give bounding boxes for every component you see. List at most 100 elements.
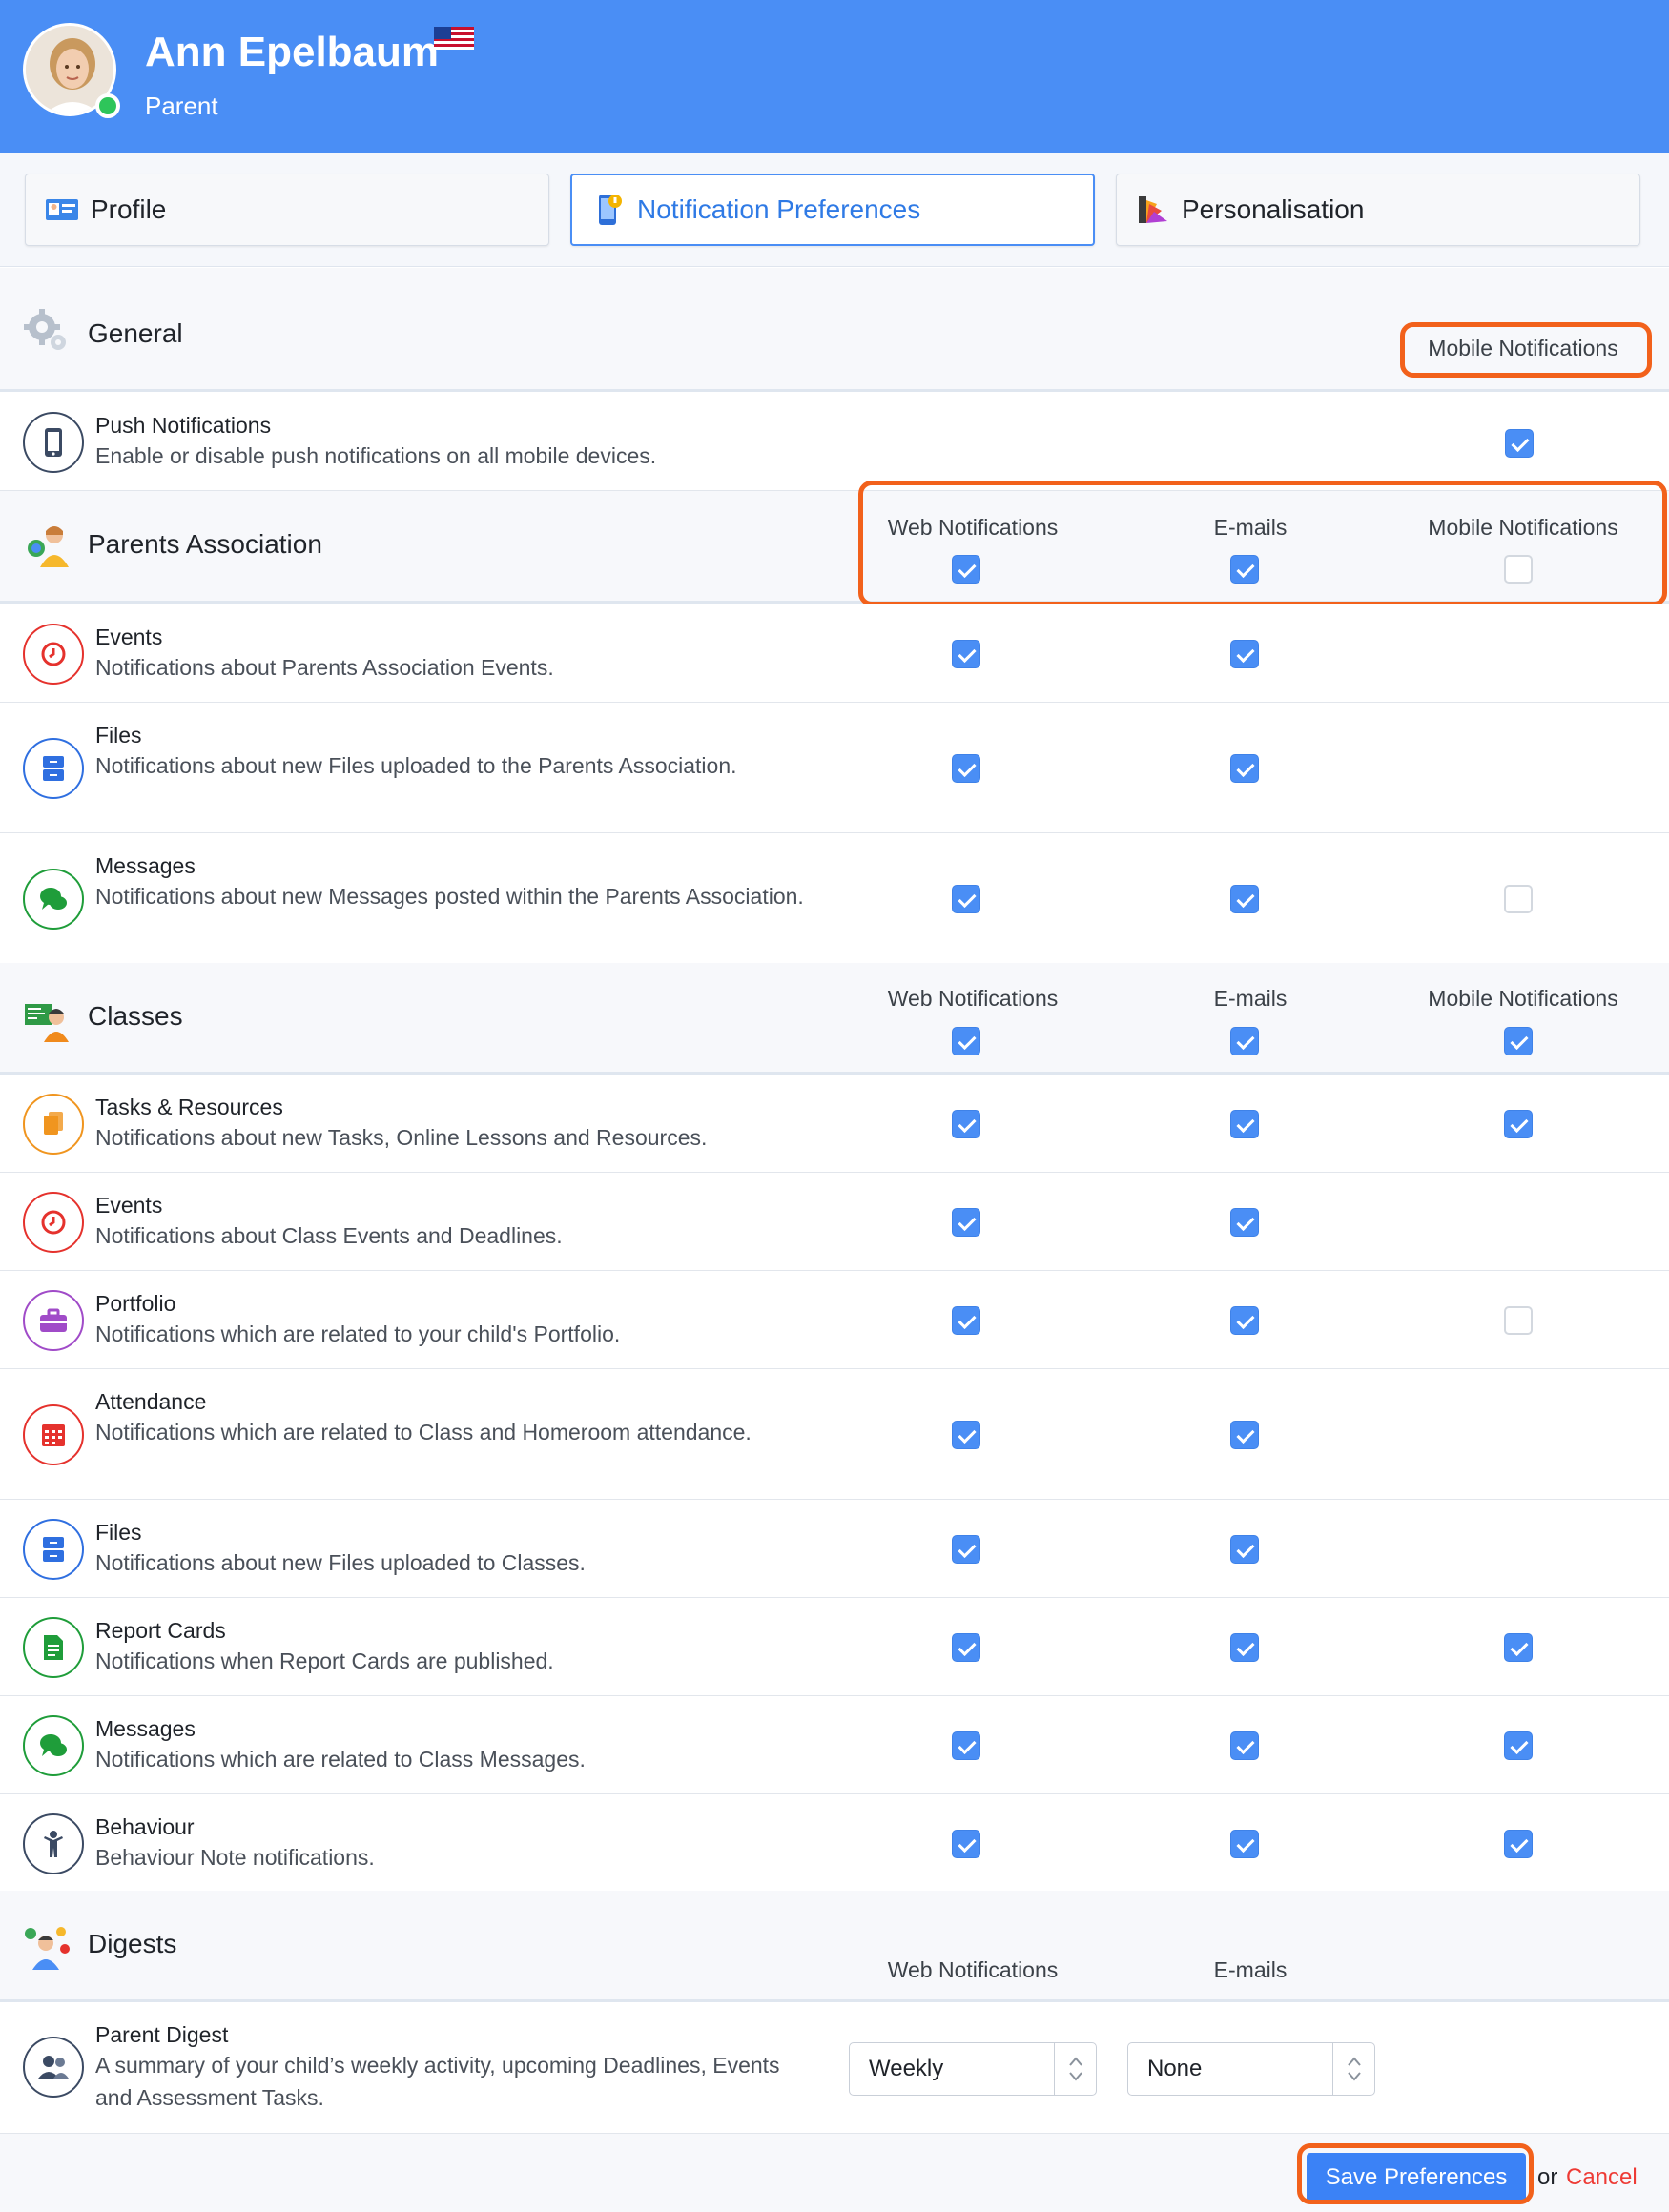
col-head-mobile-notifications: Mobile Notifications [1428,336,1618,360]
col-head-web-notifications: Web Notifications [887,986,1059,1011]
email-checkbox[interactable] [1230,753,1259,783]
tab-bar: Profile Notification Preferences Persona… [0,153,1669,267]
email-checkbox[interactable] [1230,1207,1259,1237]
classes-mobile-master-checkbox[interactable] [1504,1027,1533,1055]
web-checkbox[interactable] [952,1829,980,1858]
row-tasks-resources: Tasks & Resources Notifications about ne… [0,1075,1669,1173]
online-status-icon [95,93,120,118]
tab-profile[interactable]: Profile [25,174,549,246]
section-title-general: General [88,318,183,348]
footer-actions: Save Preferences or Cancel [0,2134,1669,2212]
web-checkbox[interactable] [952,1109,980,1138]
chat-icon [23,1714,84,1776]
section-classes: Classes Web Notifications E-mails Mobile… [0,963,1669,1075]
id-card-icon [45,193,79,227]
tab-profile-label: Profile [91,195,167,224]
mobile-checkbox[interactable] [1504,1109,1533,1138]
row-desc: Notifications which are related to Class… [95,1747,586,1772]
pa-mobile-master-checkbox[interactable] [1504,555,1533,584]
row-title: Events [95,1193,163,1218]
tab-notification-preferences[interactable]: Notification Preferences [570,174,1095,246]
parent-digest-web-select[interactable]: Weekly [849,2042,1097,2096]
row-title: Behaviour [95,1814,195,1839]
digest-icon [25,1927,70,1970]
section-title-digests: Digests [88,1929,177,1958]
email-checkbox[interactable] [1230,1534,1259,1564]
section-digests: Digests Web Notifications E-mails [0,1891,1669,2002]
select-arrows-icon [1332,2043,1374,2095]
web-checkbox[interactable] [952,1632,980,1662]
web-checkbox[interactable] [952,1420,980,1449]
web-checkbox[interactable] [952,639,980,668]
email-checkbox[interactable] [1230,884,1259,913]
row-events: Events Notifications about Parents Assoc… [0,604,1669,703]
row-title: Messages [95,853,196,878]
row-events: Events Notifications about Class Events … [0,1173,1669,1271]
row-messages: Messages Notifications which are related… [0,1696,1669,1794]
web-checkbox[interactable] [952,884,980,913]
pa-web-master-checkbox[interactable] [952,555,980,584]
web-checkbox[interactable] [952,1305,980,1335]
email-checkbox[interactable] [1230,1420,1259,1449]
person-icon [23,1813,84,1874]
email-checkbox[interactable] [1230,1829,1259,1858]
email-checkbox[interactable] [1230,1109,1259,1138]
mobile-checkbox[interactable] [1504,1632,1533,1662]
calendar-icon [23,1403,84,1465]
select-arrows-icon [1054,2043,1096,2095]
email-checkbox[interactable] [1230,1632,1259,1662]
palette-icon [1136,193,1170,227]
mobile-device-icon [23,412,84,473]
row-title: Push Notifications [95,413,272,438]
row-desc: Notifications about new Files uploaded t… [95,753,737,778]
web-checkbox[interactable] [952,753,980,783]
clock-icon [23,1191,84,1253]
row-desc: Enable or disable push notifications on … [95,443,657,468]
row-title: Files [95,723,142,748]
row-desc: Notifications about Class Events and Dea… [95,1223,563,1248]
tab-personalisation[interactable]: Personalisation [1116,174,1640,246]
cancel-link[interactable]: Cancel [1566,2164,1638,2191]
row-desc: A summary of your child’s weekly activit… [95,2053,780,2110]
user-role: Parent [145,92,218,120]
col-head-web-notifications: Web Notifications [887,515,1059,540]
row-messages: Messages Notifications about new Message… [0,833,1669,964]
us-flag-icon[interactable] [434,27,474,50]
row-desc: Notifications when Report Cards are publ… [95,1649,554,1673]
clock-icon [23,623,84,685]
save-preferences-button[interactable]: Save Preferences [1307,2153,1526,2202]
web-checkbox[interactable] [952,1207,980,1237]
email-checkbox[interactable] [1230,1731,1259,1760]
row-title: Portfolio [95,1291,176,1316]
row-desc: Notifications which are related to your … [95,1321,621,1346]
row-title: Attendance [95,1389,207,1414]
web-checkbox[interactable] [952,1731,980,1760]
parent-digest-email-select[interactable]: None [1127,2042,1375,2096]
row-title: Messages [95,1716,196,1741]
col-head-web-notifications: Web Notifications [887,1957,1059,1982]
row-attendance: Attendance Notifications which are relat… [0,1369,1669,1500]
mobile-checkbox[interactable] [1504,884,1533,913]
people-icon [23,2037,84,2098]
row-title: Events [95,625,163,649]
classes-web-master-checkbox[interactable] [952,1027,980,1055]
email-checkbox[interactable] [1230,1305,1259,1335]
pa-email-master-checkbox[interactable] [1230,555,1259,584]
row-title: Report Cards [95,1618,226,1643]
select-value: Weekly [869,2056,944,2081]
files-icon [23,1518,84,1580]
row-desc: Notifications which are related to Class… [95,1420,752,1444]
row-report-cards: Report Cards Notifications when Report C… [0,1598,1669,1696]
col-head-emails: E-mails [1213,515,1288,540]
classes-email-master-checkbox[interactable] [1230,1027,1259,1055]
email-checkbox[interactable] [1230,639,1259,668]
push-mobile-checkbox[interactable] [1505,429,1534,458]
mobile-checkbox[interactable] [1504,1731,1533,1760]
row-title: Tasks & Resources [95,1095,283,1119]
phone-notification-icon [591,193,626,227]
row-behaviour: Behaviour Behaviour Note notifications. [0,1794,1669,1893]
mobile-checkbox[interactable] [1504,1829,1533,1858]
briefcase-icon [23,1289,84,1351]
mobile-checkbox[interactable] [1504,1305,1533,1335]
web-checkbox[interactable] [952,1534,980,1564]
